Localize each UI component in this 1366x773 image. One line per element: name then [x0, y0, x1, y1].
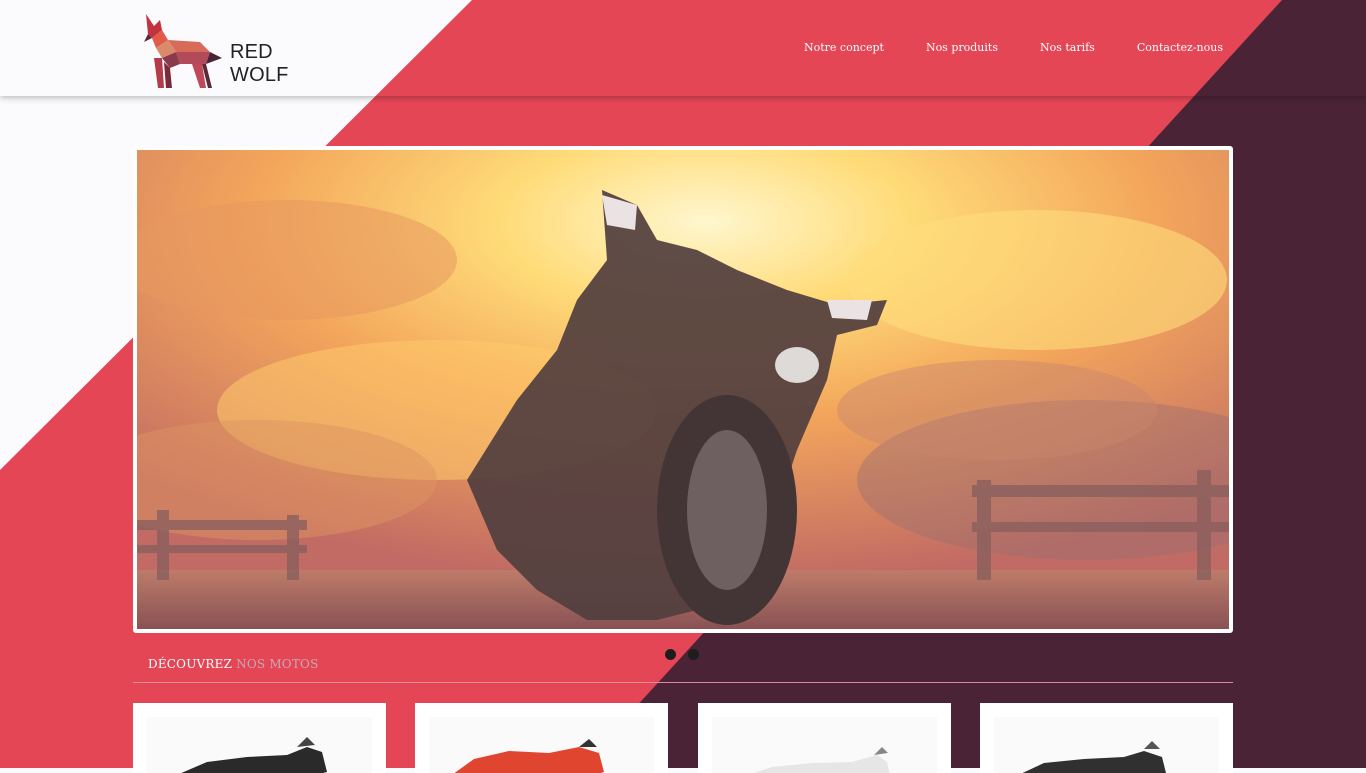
site-header: RED WOLF Notre concept Nos produits Nos … — [0, 0, 1366, 96]
main-nav: Notre concept Nos produits Nos tarifs Co… — [804, 41, 1223, 54]
wolf-logo-icon — [144, 14, 222, 88]
section-divider — [133, 682, 1233, 683]
nav-item-notre-concept[interactable]: Notre concept — [804, 41, 884, 54]
slider-dot-1[interactable] — [665, 649, 676, 660]
nav-item-nos-tarifs[interactable]: Nos tarifs — [1040, 41, 1095, 54]
section-title-strong: DÉCOUVREZ — [148, 657, 233, 671]
nav-item-nos-produits[interactable]: Nos produits — [926, 41, 998, 54]
hero-slider[interactable] — [133, 146, 1233, 633]
brand-logo[interactable]: RED WOLF — [140, 12, 330, 92]
slider-dots — [665, 649, 699, 660]
motorcycle-red-icon — [454, 739, 604, 773]
product-card[interactable] — [133, 703, 386, 773]
motorcycle-dark-icon — [1022, 741, 1166, 773]
motorcycle-sunset-image — [137, 150, 1229, 629]
section-title-light: NOS MOTOS — [236, 657, 319, 671]
section-title: DÉCOUVREZ NOS MOTOS — [148, 657, 319, 671]
product-card[interactable] — [415, 703, 668, 773]
product-card[interactable] — [980, 703, 1233, 773]
motorcycle-white-icon — [754, 747, 890, 773]
slider-dot-2[interactable] — [688, 649, 699, 660]
nav-item-contactez-nous[interactable]: Contactez-nous — [1137, 41, 1223, 54]
brand-name: RED WOLF — [230, 41, 289, 86]
product-card[interactable] — [698, 703, 951, 773]
motorcycle-black-icon — [181, 737, 327, 773]
